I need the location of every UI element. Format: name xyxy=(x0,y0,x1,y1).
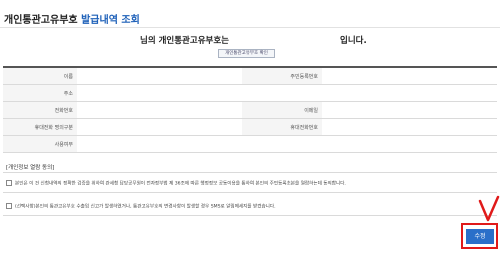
email-value xyxy=(322,101,497,119)
header-right-text: 입니다. xyxy=(340,36,367,46)
red-checkmark-icon xyxy=(478,195,500,222)
mobile-owner-type-value xyxy=(77,118,242,136)
page-title-sub: 발급내역 조회 xyxy=(81,15,140,26)
show-customs-code-button[interactable]: 개인통관고유부호 확인 xyxy=(218,49,275,58)
resident-number-label: 주민등록번호 xyxy=(242,67,322,85)
email-label: 이메일 xyxy=(242,101,322,119)
consent-divider xyxy=(3,172,497,173)
table-row: 주소 xyxy=(3,84,497,102)
consent-divider xyxy=(3,192,497,193)
record-access-checkbox[interactable] xyxy=(6,180,12,186)
name-value xyxy=(77,67,242,85)
usage-status-value xyxy=(77,135,497,153)
consent-divider xyxy=(3,215,497,216)
phone-value xyxy=(77,101,242,119)
address-label: 주소 xyxy=(3,84,77,102)
table-row: 전화번호 이메일 xyxy=(3,101,497,119)
submit-edit-button[interactable]: 수정 xyxy=(466,229,494,244)
applicant-info-table: 이름 주민등록번호 주소 전화번호 이메일 휴대전화 명의구분 휴대전화번호 사… xyxy=(3,66,497,153)
table-row: 휴대전화 명의구분 휴대전화번호 xyxy=(3,118,497,136)
table-row: 이름 주민등록번호 xyxy=(3,67,497,85)
address-value xyxy=(77,84,497,102)
mobile-number-value xyxy=(322,118,497,136)
name-label: 이름 xyxy=(3,67,77,85)
consent-title: [개인정보 열람 동의] xyxy=(6,165,55,171)
page-title: 개인통관고유부호 발급내역 조회 xyxy=(4,11,140,26)
sms-alert-checkbox[interactable] xyxy=(6,203,12,209)
mobile-number-label: 휴대전화번호 xyxy=(242,118,322,136)
mobile-owner-type-label: 휴대전화 명의구분 xyxy=(3,118,77,136)
sms-alert-text: (선택사항)본인의 통관고유부호 수출입 신고가 발생하였거나, 통관고유부호의… xyxy=(15,204,276,210)
usage-status-label: 사용여부 xyxy=(3,135,77,153)
phone-label: 전화번호 xyxy=(3,101,77,119)
consent-item-record-access: 본인은 이 건 신청내역의 정확한 검증을 위하여 관세청 담당공무원이 전자정… xyxy=(6,180,346,187)
resident-number-value xyxy=(322,67,497,85)
consent-item-sms-alert: (선택사항)본인의 통관고유부호 수출입 신고가 발생하였거나, 통관고유부호의… xyxy=(6,203,276,210)
record-access-text: 본인은 이 건 신청내역의 정확한 검증을 위하여 관세청 담당공무원이 전자정… xyxy=(15,181,346,187)
title-divider xyxy=(0,27,500,28)
table-row: 사용여부 xyxy=(3,135,497,153)
page-title-main: 개인통관고유부호 xyxy=(4,15,78,26)
header-left-text: 님의 개인통관고유부호는 xyxy=(140,36,229,46)
